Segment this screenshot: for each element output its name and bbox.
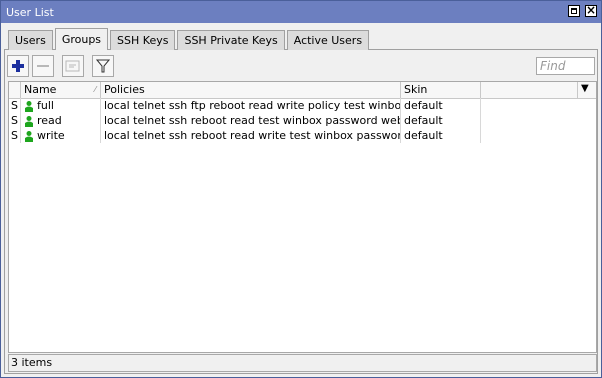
remove-button[interactable] xyxy=(32,55,54,77)
row-name-cell: read xyxy=(21,113,101,128)
minus-icon xyxy=(37,65,49,67)
table-header: Name ⁄ Policies Skin ▼ xyxy=(9,82,596,99)
comment-icon xyxy=(65,60,80,72)
policies-column-header[interactable]: Policies xyxy=(101,82,401,98)
sort-icon: ⁄ xyxy=(94,85,96,94)
user-icon xyxy=(25,130,33,142)
close-icon: × xyxy=(586,3,597,17)
tab-users[interactable]: Users xyxy=(8,30,53,50)
filter-button[interactable] xyxy=(92,55,114,77)
row-skin: default xyxy=(401,113,481,128)
row-flag: S xyxy=(9,128,21,143)
chevron-down-icon: ▼ xyxy=(581,83,589,94)
row-name: full xyxy=(37,99,54,112)
name-column-label: Name xyxy=(24,83,57,96)
close-button[interactable]: × xyxy=(585,3,597,17)
window-title: User List xyxy=(6,5,54,19)
maximize-button[interactable] xyxy=(568,5,580,17)
row-policies: local telnet ssh reboot read write test … xyxy=(101,128,401,143)
tab-ssh-private-keys[interactable]: SSH Private Keys xyxy=(177,30,285,50)
title-bar[interactable]: User List × xyxy=(1,1,601,23)
table-row[interactable]: S read local telnet ssh reboot read test… xyxy=(9,113,481,128)
skin-column-header[interactable]: Skin xyxy=(401,82,481,98)
tab-active-users[interactable]: Active Users xyxy=(286,30,370,50)
table-row[interactable]: S full local telnet ssh ftp reboot read … xyxy=(9,98,481,113)
row-flag: S xyxy=(9,113,21,128)
row-skin: default xyxy=(401,98,481,113)
name-column-header[interactable]: Name ⁄ xyxy=(21,82,101,98)
groups-table: Name ⁄ Policies Skin ▼ S full local teln… xyxy=(8,81,597,353)
user-icon xyxy=(25,100,33,112)
tab-bar: Users Groups SSH Keys SSH Private Keys A… xyxy=(8,28,371,50)
row-name: read xyxy=(37,114,62,127)
row-policies: local telnet ssh reboot read test winbox… xyxy=(101,113,401,128)
row-policies: local telnet ssh ftp reboot read write p… xyxy=(101,98,401,113)
row-name: write xyxy=(37,129,65,142)
filter-icon xyxy=(96,59,110,73)
row-name-cell: write xyxy=(21,128,101,143)
comment-button[interactable] xyxy=(62,55,84,77)
column-chooser-button[interactable]: ▼ xyxy=(578,82,596,98)
table-row[interactable]: S write local telnet ssh reboot read wri… xyxy=(9,128,481,143)
row-flag: S xyxy=(9,98,21,113)
tab-groups[interactable]: Groups xyxy=(54,28,109,50)
flag-column-header[interactable] xyxy=(9,82,21,98)
user-icon xyxy=(25,115,33,127)
row-name-cell: full xyxy=(21,98,101,113)
row-skin: default xyxy=(401,128,481,143)
find-input[interactable]: Find xyxy=(536,57,595,75)
plus-icon xyxy=(12,60,24,72)
item-count: 3 items xyxy=(11,356,53,369)
tab-ssh-keys[interactable]: SSH Keys xyxy=(110,30,176,50)
status-bar: 3 items xyxy=(8,354,597,372)
spacer-column-header xyxy=(481,82,578,98)
add-button[interactable] xyxy=(7,55,29,77)
